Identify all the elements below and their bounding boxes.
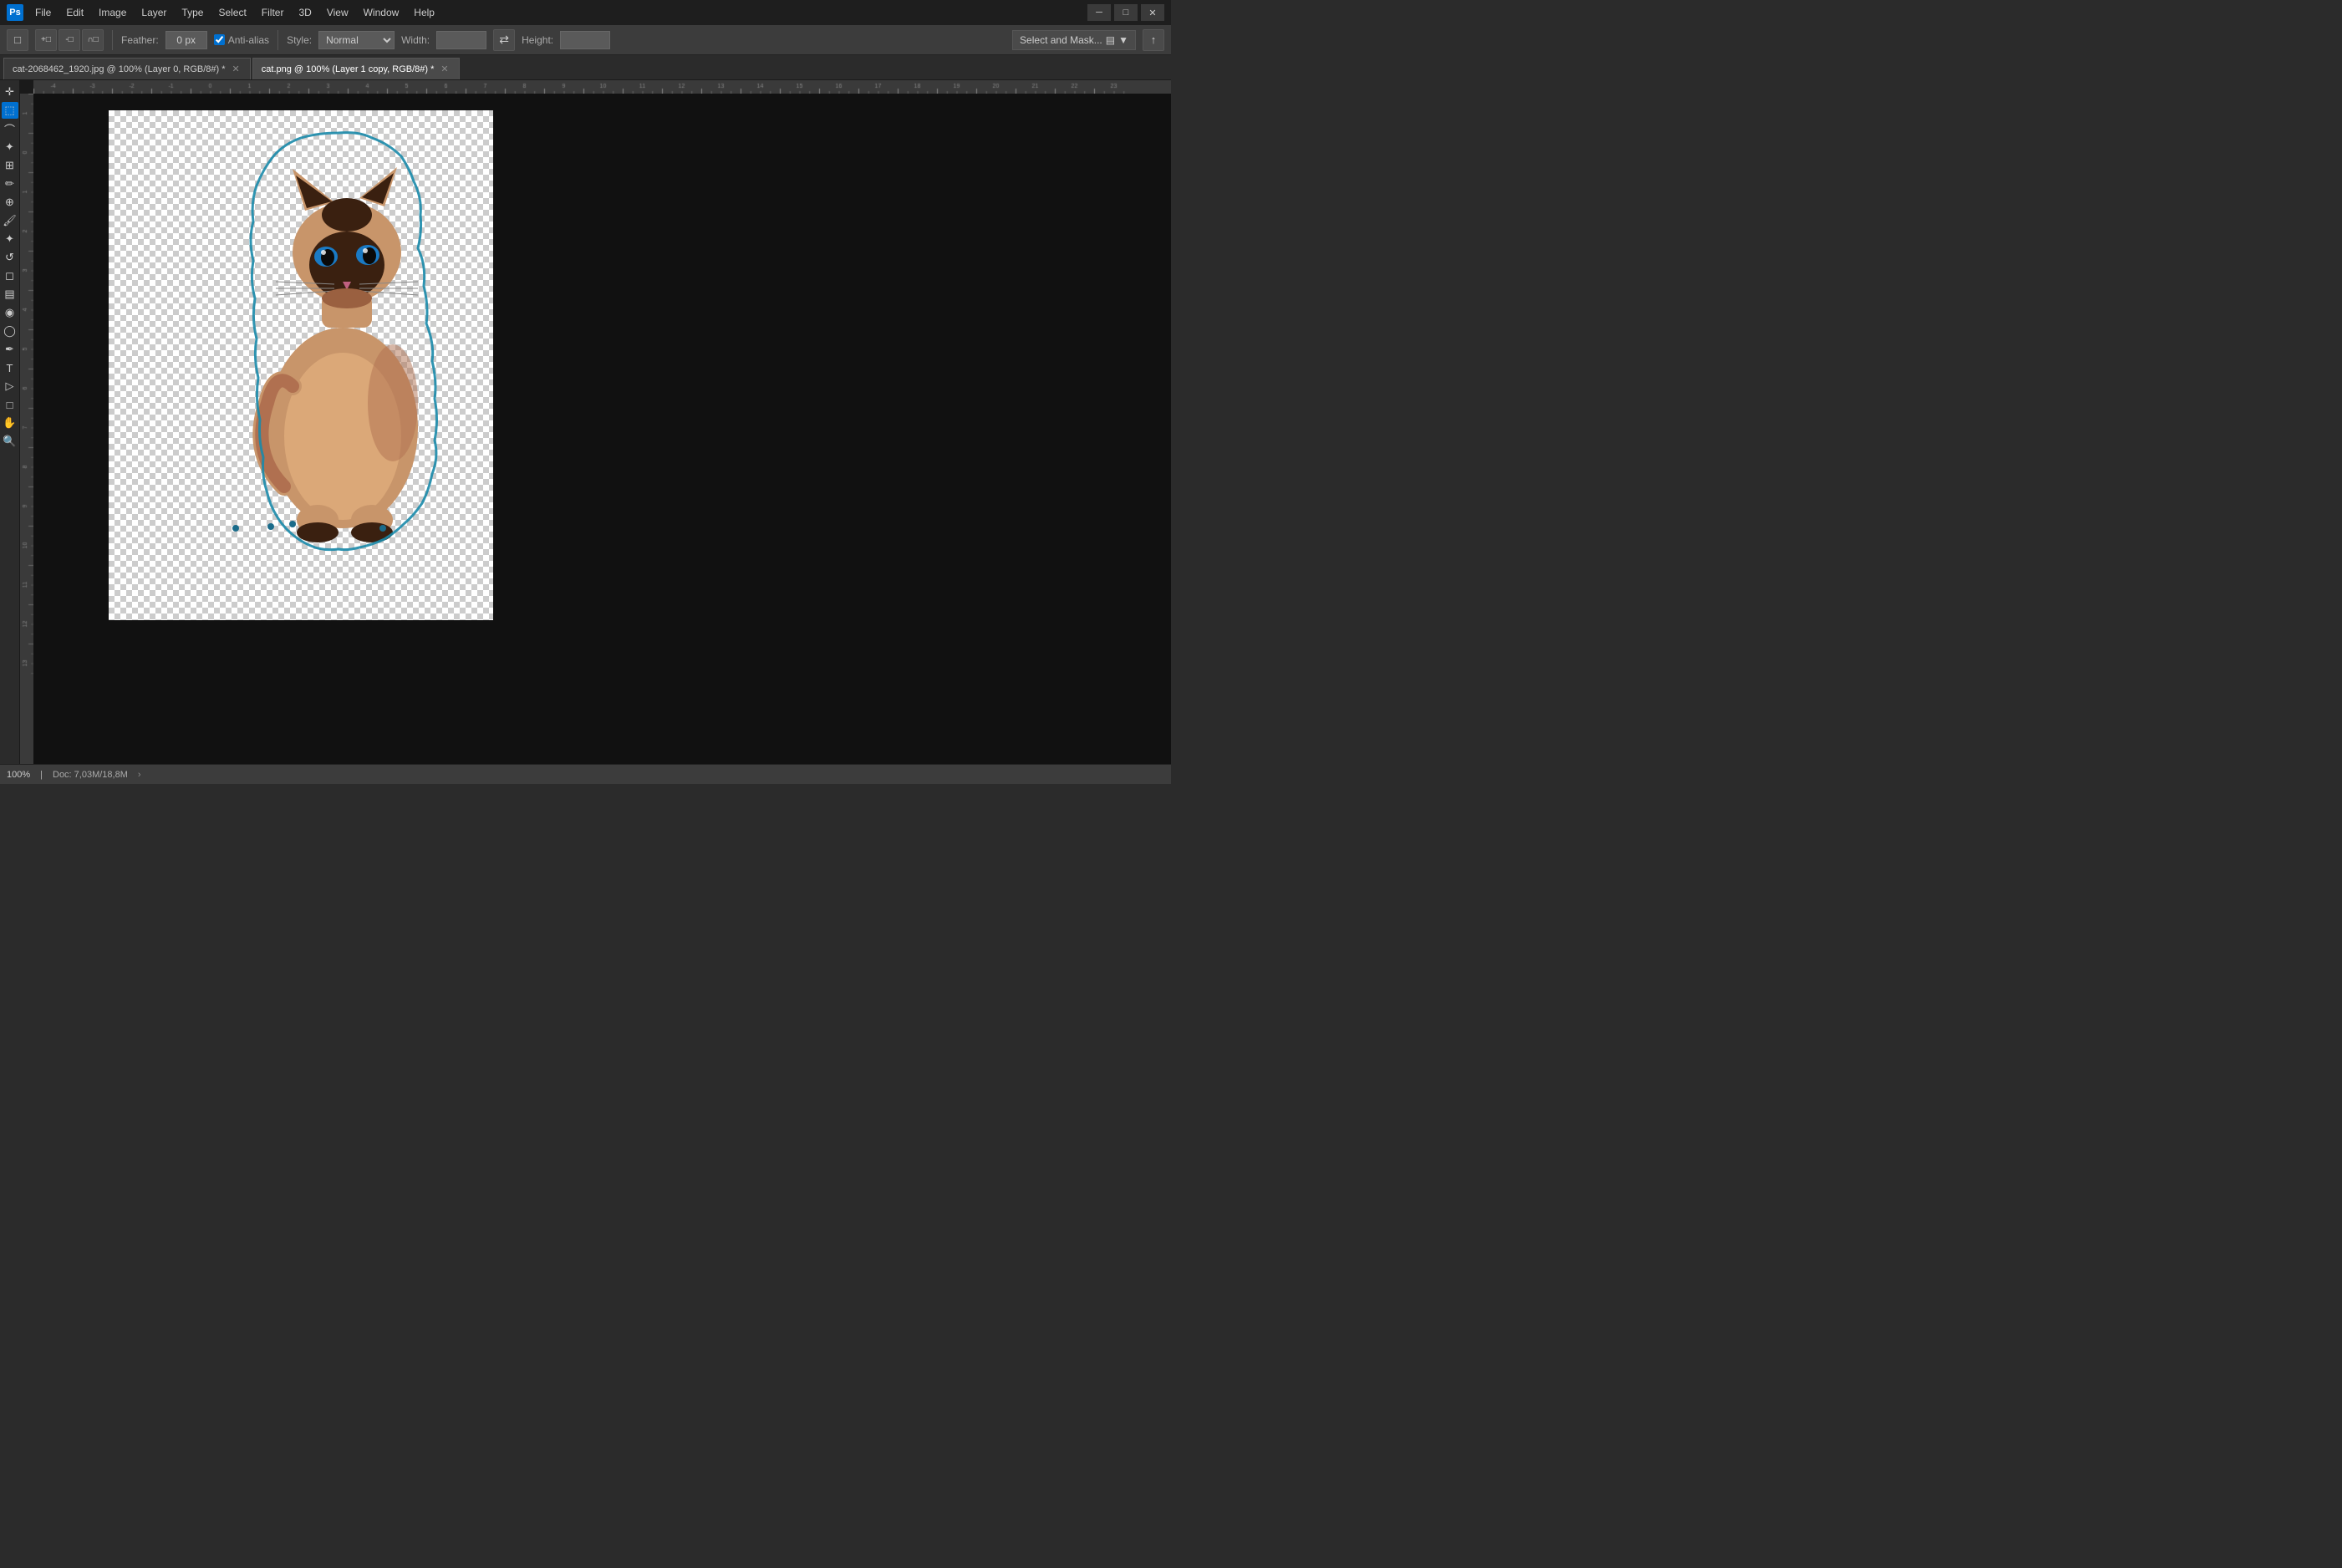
feather-input[interactable]: [165, 31, 207, 49]
tab-1-close[interactable]: ✕: [439, 64, 450, 74]
menu-view[interactable]: View: [320, 4, 355, 21]
anti-alias-label: Anti-alias: [228, 34, 269, 46]
move-tool[interactable]: ✛: [2, 84, 18, 100]
status-separator: |: [40, 770, 43, 780]
selection-node-4: [379, 525, 386, 532]
path-select-tool[interactable]: ▷: [2, 378, 18, 395]
add-selection-btn[interactable]: +□: [35, 29, 57, 51]
ruler-top: [33, 80, 1171, 94]
tabs-bar: cat-2068462_1920.jpg @ 100% (Layer 0, RG…: [0, 55, 1171, 80]
menu-window[interactable]: Window: [357, 4, 406, 21]
menu-select[interactable]: Select: [211, 4, 252, 21]
height-label: Height:: [522, 34, 553, 46]
width-input[interactable]: [436, 31, 486, 49]
menu-3d[interactable]: 3D: [292, 4, 318, 21]
brush-tool[interactable]: 🖌: [2, 212, 18, 229]
eraser-tool[interactable]: ◻: [2, 267, 18, 284]
close-button[interactable]: ✕: [1141, 4, 1164, 21]
options-bar: □ +□ -□ ∩□ Feather: Anti-alias Style: No…: [0, 25, 1171, 55]
main-layout: ✛ ⬚ ⌒ ✦ ⊞ ✏ ⊕ 🖌 ✦ ↺ ◻ ▤ ◉ ◯ ✒ T ▷ □ ✋ 🔍: [0, 80, 1171, 764]
pen-tool[interactable]: ✒: [2, 341, 18, 358]
menu-image[interactable]: Image: [92, 4, 133, 21]
menu-filter[interactable]: Filter: [255, 4, 291, 21]
canvas-area[interactable]: [33, 94, 1171, 764]
swap-dimensions-btn[interactable]: ⇄: [493, 29, 515, 51]
status-bar: 100% | Doc: 7,03M/18,8M ›: [0, 764, 1171, 784]
selection-node-3: [289, 521, 296, 527]
menu-file[interactable]: File: [28, 4, 58, 21]
menu-bar: File Edit Image Layer Type Select Filter…: [28, 4, 1087, 21]
export-btn[interactable]: ↑: [1143, 29, 1164, 51]
magic-wand-tool[interactable]: ✦: [2, 139, 18, 155]
left-toolbar: ✛ ⬚ ⌒ ✦ ⊞ ✏ ⊕ 🖌 ✦ ↺ ◻ ▤ ◉ ◯ ✒ T ▷ □ ✋ 🔍: [0, 80, 20, 764]
crop-tool[interactable]: ⊞: [2, 157, 18, 174]
maximize-button[interactable]: □: [1114, 4, 1138, 21]
width-label: Width:: [401, 34, 430, 46]
select-mask-icon: ▤: [1106, 34, 1115, 46]
doc-info: Doc: 7,03M/18,8M: [53, 770, 128, 780]
selection-node-1: [232, 525, 239, 532]
select-mask-label: Select and Mask...: [1020, 34, 1102, 46]
height-input[interactable]: [560, 31, 610, 49]
status-arrow[interactable]: ›: [138, 770, 141, 780]
new-selection-btn[interactable]: □: [7, 29, 28, 51]
hand-tool[interactable]: ✋: [2, 415, 18, 431]
select-mask-button[interactable]: Select and Mask... ▤ ▼: [1012, 30, 1136, 50]
selection-node-2: [267, 523, 274, 530]
anti-alias-area: Anti-alias: [214, 34, 269, 46]
feather-label: Feather:: [121, 34, 159, 46]
history-brush-tool[interactable]: ↺: [2, 249, 18, 266]
tab-0-close[interactable]: ✕: [231, 64, 242, 74]
anti-alias-checkbox[interactable]: [214, 34, 225, 45]
style-select[interactable]: Normal Fixed Ratio Fixed Size: [318, 31, 395, 49]
gradient-tool[interactable]: ▤: [2, 286, 18, 303]
marquee-tool[interactable]: ⬚: [2, 102, 18, 119]
canvas-container: [20, 80, 1171, 764]
subtract-selection-btn[interactable]: -□: [59, 29, 80, 51]
ruler-left: [20, 94, 33, 764]
text-tool[interactable]: T: [2, 359, 18, 376]
dodge-tool[interactable]: ◯: [2, 323, 18, 339]
style-label: Style:: [287, 34, 312, 46]
minimize-button[interactable]: ─: [1087, 4, 1111, 21]
blur-tool[interactable]: ◉: [2, 304, 18, 321]
tab-0[interactable]: cat-2068462_1920.jpg @ 100% (Layer 0, RG…: [3, 58, 251, 79]
select-mask-dropdown-icon[interactable]: ▼: [1118, 34, 1128, 46]
ruler-vertical-canvas: [20, 94, 33, 764]
intersect-selection-btn[interactable]: ∩□: [82, 29, 104, 51]
menu-edit[interactable]: Edit: [59, 4, 90, 21]
tab-1-label: cat.png @ 100% (Layer 1 copy, RGB/8#) *: [262, 64, 435, 74]
title-bar: Ps File Edit Image Layer Type Select Fil…: [0, 0, 1171, 25]
cat-image: [226, 135, 443, 570]
zoom-tool[interactable]: 🔍: [2, 433, 18, 450]
shape-tool[interactable]: □: [2, 396, 18, 413]
menu-layer[interactable]: Layer: [135, 4, 173, 21]
tab-0-label: cat-2068462_1920.jpg @ 100% (Layer 0, RG…: [13, 64, 226, 74]
menu-type[interactable]: Type: [175, 4, 210, 21]
canvas-workspace: [109, 110, 493, 620]
eyedropper-tool[interactable]: ✏: [2, 176, 18, 192]
app-icon: Ps: [7, 4, 23, 21]
menu-help[interactable]: Help: [407, 4, 441, 21]
healing-brush-tool[interactable]: ⊕: [2, 194, 18, 211]
zoom-level: 100%: [7, 770, 30, 780]
lasso-tool[interactable]: ⌒: [2, 120, 18, 137]
tab-1[interactable]: cat.png @ 100% (Layer 1 copy, RGB/8#) * …: [252, 58, 460, 79]
ruler-horizontal-canvas: [33, 80, 1171, 94]
clone-stamp-tool[interactable]: ✦: [2, 231, 18, 247]
window-controls: ─ □ ✕: [1087, 4, 1164, 21]
